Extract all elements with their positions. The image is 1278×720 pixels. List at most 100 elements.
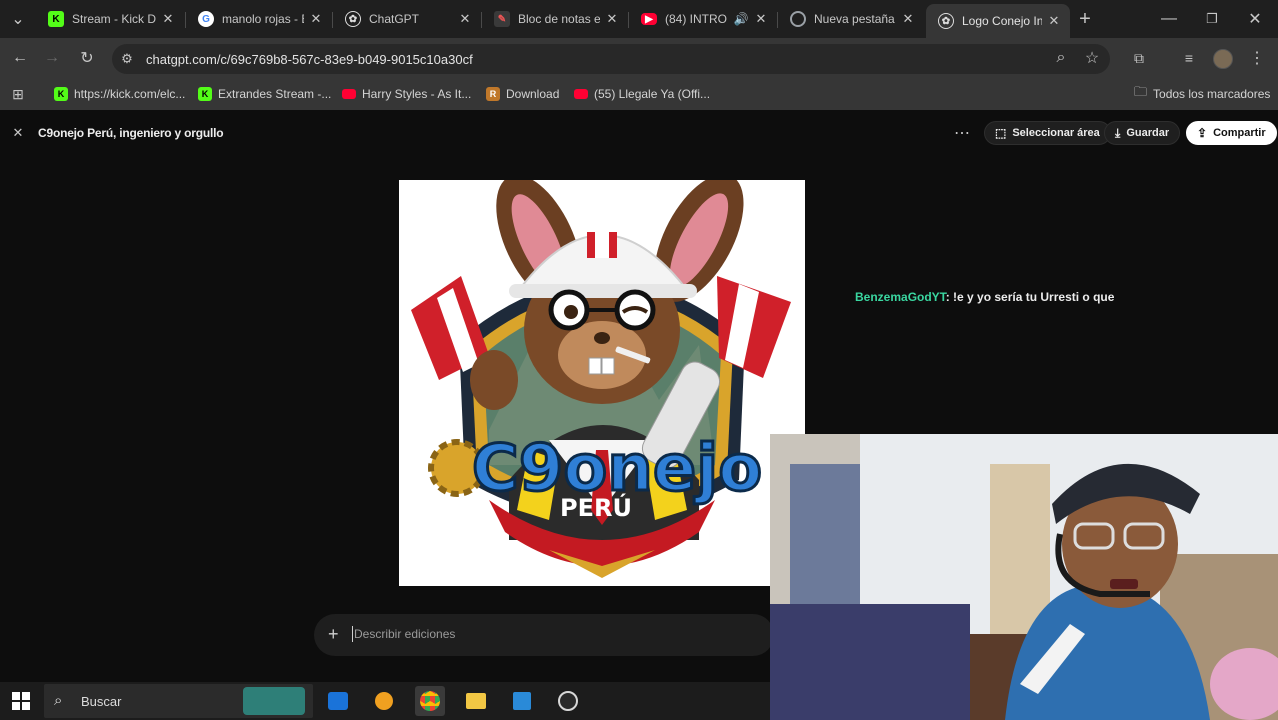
bookmark-label: Extrandes Stream -... xyxy=(218,87,332,101)
avatar[interactable] xyxy=(1211,47,1235,71)
logo-country-text: PERÚ xyxy=(560,492,632,522)
bookmark-harry-styles[interactable]: Harry Styles - As It... xyxy=(342,85,471,103)
kick-icon: K xyxy=(48,11,64,27)
taskbar-obs[interactable] xyxy=(553,686,583,716)
tab-title: Bloc de notas en xyxy=(518,12,600,26)
stream-chat-message: BenzemaGodYT: !e y yo sería tu Urresti o… xyxy=(855,290,1114,304)
select-area-button[interactable]: ⬚ Seleccionar área xyxy=(984,121,1111,145)
google-icon: G xyxy=(198,11,214,27)
minimize-icon[interactable]: — xyxy=(1157,7,1181,31)
tab-youtube-intro[interactable]: ▶ (84) INTRO E 🔊 ✕ xyxy=(629,4,777,34)
zoom-icon[interactable]: ⌕ xyxy=(1049,46,1073,70)
tab-title: Stream - Kick Da xyxy=(72,12,156,26)
store-icon xyxy=(513,692,531,710)
close-icon[interactable]: ✕ xyxy=(604,11,620,27)
all-bookmarks[interactable]: 🗀 Todos los marcadores xyxy=(1134,84,1271,103)
close-editor-icon[interactable]: ✕ xyxy=(6,121,30,145)
tab-title: Nueva pestaña xyxy=(814,12,895,26)
search-highlight-image xyxy=(243,687,305,715)
outlook-icon xyxy=(328,692,348,710)
tab-stream-kick[interactable]: K Stream - Kick Da ✕ xyxy=(36,4,184,34)
forward-icon[interactable]: → xyxy=(40,46,64,70)
bookmark-kick[interactable]: K https://kick.com/elc... xyxy=(54,85,185,103)
chat-username: BenzemaGodYT xyxy=(855,290,946,304)
bookmark-label: https://kick.com/elc... xyxy=(74,87,186,101)
taskbar-app-medal[interactable] xyxy=(369,686,399,716)
tab-logo-conejo[interactable]: ✿ Logo Conejo Ing ✕ xyxy=(926,4,1070,38)
tab-title: Logo Conejo Ing xyxy=(962,14,1042,28)
generated-logo-image[interactable]: C9onejo PERÚ xyxy=(399,180,805,586)
start-button[interactable] xyxy=(6,686,36,716)
tab-title: manolo rojas - E xyxy=(222,12,304,26)
select-area-icon: ⬚ xyxy=(995,126,1007,140)
bookmark-extrandes[interactable]: K Extrandes Stream -... xyxy=(198,85,331,103)
close-icon[interactable]: ✕ xyxy=(457,11,473,27)
close-icon[interactable]: ✕ xyxy=(1046,13,1062,29)
taskbar-file-explorer[interactable] xyxy=(461,686,491,716)
all-bookmarks-label: Todos los marcadores xyxy=(1153,87,1271,101)
bookmark-star-icon[interactable]: ☆ xyxy=(1080,46,1104,70)
speaker-icon[interactable]: 🔊 xyxy=(733,12,749,26)
more-options-icon[interactable]: ⋯ xyxy=(950,121,974,145)
save-label: Guardar xyxy=(1126,127,1170,139)
reload-icon[interactable]: ↻ xyxy=(75,46,99,70)
extensions-icon[interactable]: ⧉ xyxy=(1127,46,1151,70)
select-area-label: Seleccionar área xyxy=(1012,127,1100,139)
obs-icon xyxy=(558,691,578,711)
youtube-icon: ▶ xyxy=(641,13,657,25)
share-button[interactable]: ⇪ Compartir xyxy=(1186,121,1277,145)
chatgpt-icon: ✿ xyxy=(345,11,361,27)
media-control-icon[interactable]: ≡ xyxy=(1177,46,1201,70)
tab-manolo-rojas[interactable]: G manolo rojas - E ✕ xyxy=(186,4,332,34)
close-icon[interactable]: ✕ xyxy=(308,11,324,27)
kick-icon: K xyxy=(54,87,68,101)
site-settings-icon[interactable]: ⚙ xyxy=(115,47,139,71)
chrome-icon xyxy=(790,11,806,27)
describe-edits-input[interactable]: Describir ediciones xyxy=(354,627,455,641)
tab-bloc-de-notas[interactable]: ✎ Bloc de notas en ✕ xyxy=(482,4,628,34)
bookmark-label: Download xyxy=(506,87,560,101)
text-caret xyxy=(352,626,353,642)
bookmark-download[interactable]: R Download xyxy=(486,85,559,103)
download-icon: ⤓ xyxy=(1115,125,1121,140)
back-icon[interactable]: ← xyxy=(8,46,32,70)
tab-search-icon[interactable]: ⌄ xyxy=(6,7,30,31)
window-close-icon[interactable]: ✕ xyxy=(1243,7,1267,31)
chrome-icon xyxy=(420,691,440,711)
apps-grid-icon[interactable]: ⊞ xyxy=(6,82,30,106)
restore-icon[interactable]: ❐ xyxy=(1200,7,1224,31)
notepad-icon: ✎ xyxy=(494,11,510,27)
url-text[interactable]: chatgpt.com/c/69c769b8-567c-83e9-b049-90… xyxy=(146,52,473,67)
search-label: Buscar xyxy=(81,694,122,709)
folder-icon xyxy=(466,693,486,709)
close-icon[interactable]: ✕ xyxy=(753,11,769,27)
windows-logo-icon xyxy=(12,692,30,710)
medal-icon xyxy=(375,692,393,710)
bookmark-llegale-ya[interactable]: (55) Llegale Ya (Offi... xyxy=(574,85,710,103)
youtube-icon xyxy=(574,89,588,99)
close-icon[interactable]: ✕ xyxy=(160,11,176,27)
menu-kebab-icon[interactable]: ⋮ xyxy=(1245,46,1269,70)
webcam-overlay xyxy=(770,434,1278,720)
new-tab-icon[interactable]: + xyxy=(1073,7,1097,31)
chatgpt-icon: ✿ xyxy=(938,13,954,29)
taskbar-store[interactable] xyxy=(507,686,537,716)
folder-icon: 🗀 xyxy=(1134,84,1148,99)
taskbar-outlook[interactable] xyxy=(323,686,353,716)
bookmark-label: (55) Llegale Ya (Offi... xyxy=(594,87,711,101)
tab-nueva-pestana[interactable]: Nueva pestaña ✕ xyxy=(778,4,924,34)
page-title: C9onejo Perú, ingeniero y orgullo xyxy=(38,126,224,140)
share-icon: ⇪ xyxy=(1197,126,1208,140)
taskbar-chrome[interactable] xyxy=(415,686,445,716)
chat-text: : !e y yo sería tu Urresti o que xyxy=(945,290,1115,304)
kick-icon: K xyxy=(198,87,212,101)
tab-chatgpt[interactable]: ✿ ChatGPT ✕ xyxy=(333,4,481,34)
save-button[interactable]: ⤓ Guardar xyxy=(1104,121,1181,145)
share-label: Compartir xyxy=(1213,127,1266,139)
bookmark-label: Harry Styles - As It... xyxy=(362,87,472,101)
tab-title: ChatGPT xyxy=(369,12,420,26)
close-icon[interactable]: ✕ xyxy=(900,11,916,27)
rabbit-engineer-logo: C9onejo PERÚ xyxy=(411,180,791,578)
add-attachment-icon[interactable]: + xyxy=(328,624,339,645)
download-site-icon: R xyxy=(486,87,500,101)
